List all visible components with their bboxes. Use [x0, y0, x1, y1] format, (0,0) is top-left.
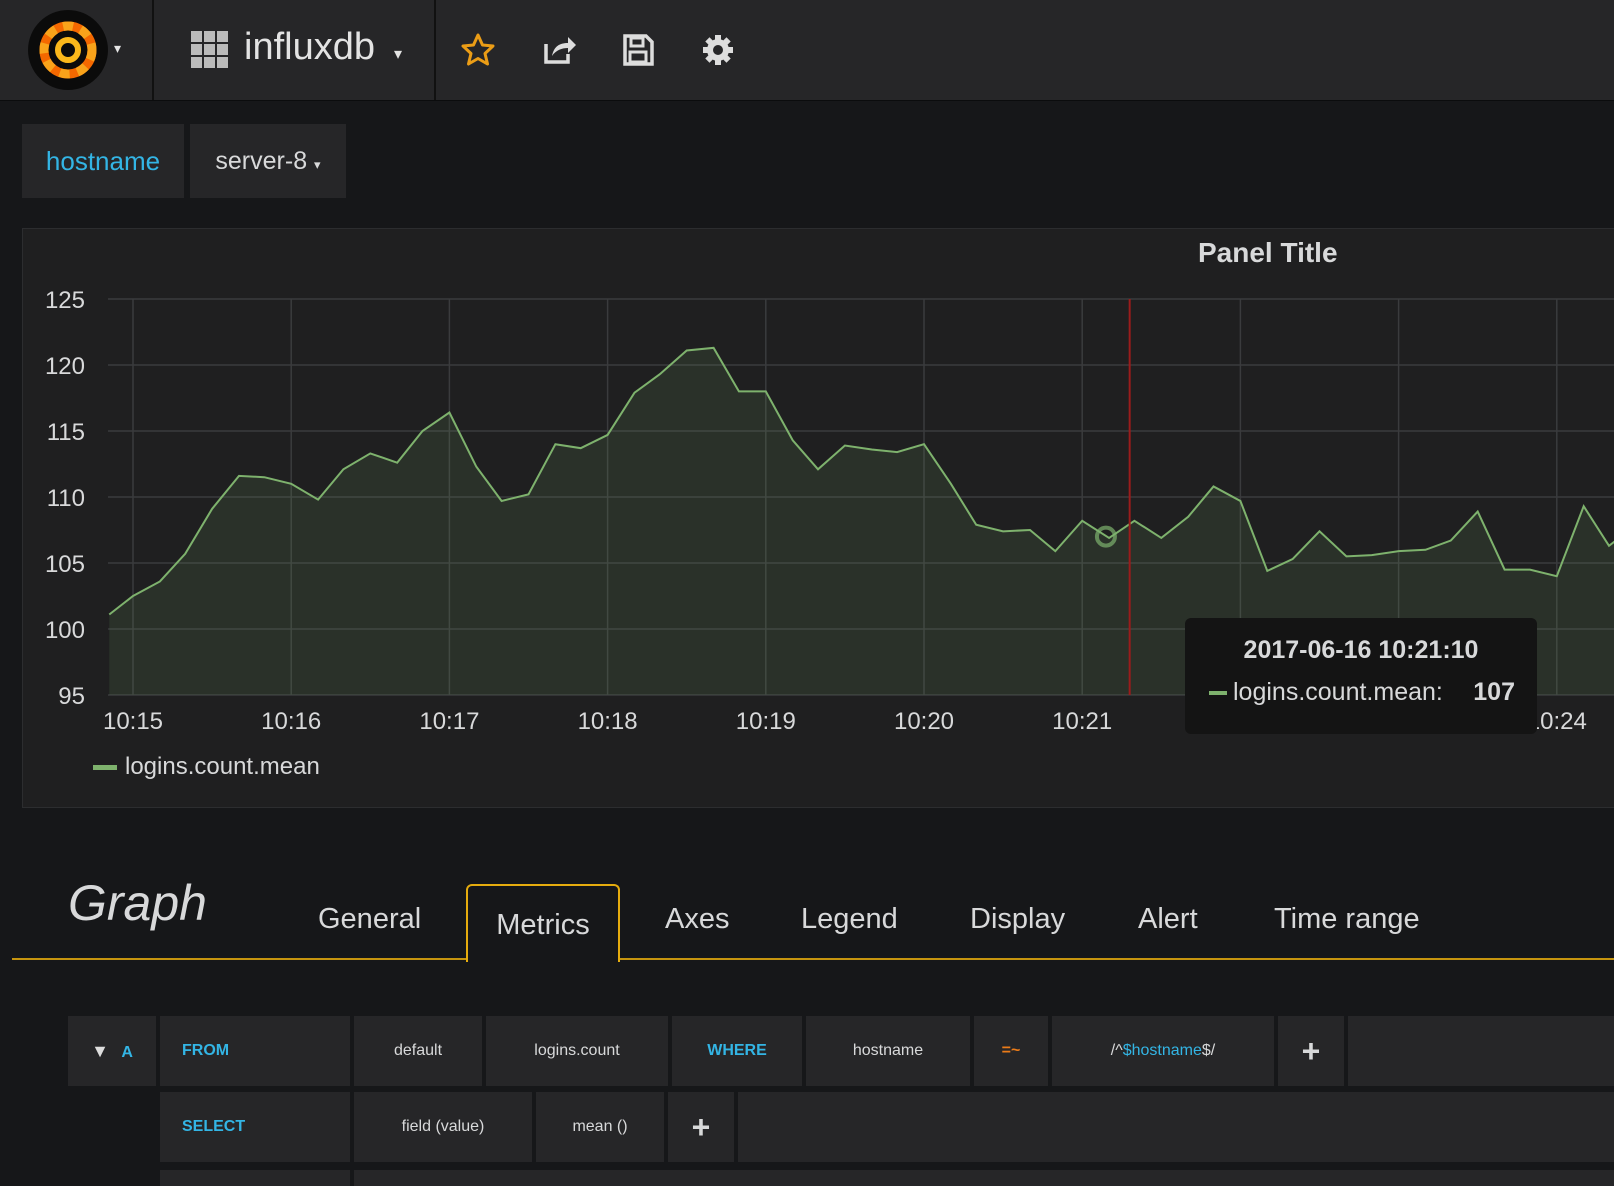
tag-value-segment[interactable]: /^$hostname$/ [1052, 1016, 1274, 1086]
regex-variable: $hostname [1122, 1042, 1202, 1059]
select-row-filler [738, 1092, 1614, 1162]
query-ref-toggle[interactable]: ▼ A [68, 1016, 156, 1086]
regex-prefix: /^ [1110, 1042, 1123, 1059]
tab-axes[interactable]: Axes [665, 880, 729, 958]
regex-suffix: $/ [1201, 1042, 1216, 1059]
chevron-down-icon: ▾ [314, 157, 321, 172]
aggregation-segment[interactable]: mean () [536, 1092, 664, 1162]
x-tick-label: 10:18 [578, 708, 638, 735]
field-segment[interactable]: field (value) [354, 1092, 532, 1162]
x-tick-label: 10:19 [736, 708, 796, 735]
x-tick-label: 10:17 [419, 708, 479, 735]
template-variable-value: server-8 [215, 147, 308, 175]
star-icon[interactable] [458, 30, 498, 70]
tooltip-swatch [1209, 691, 1227, 696]
tooltip-series: logins.count.mean: [1209, 678, 1443, 707]
y-tick-label: 120 [45, 353, 85, 380]
y-tick-label: 105 [45, 551, 85, 578]
legend-label: logins.count.mean [125, 753, 320, 780]
share-icon[interactable] [538, 30, 578, 70]
select-label: SELECT [182, 1118, 246, 1135]
tab-legend[interactable]: Legend [801, 880, 898, 958]
x-tick-label: 10:16 [261, 708, 321, 735]
chevron-down-icon[interactable]: ▾ [394, 44, 402, 64]
tabs-underline [12, 958, 1614, 960]
top-navbar: ▾ influxdb ▾ [0, 0, 1614, 101]
dashboard-picker[interactable]: influxdb ▾ [154, 0, 436, 100]
add-where-button[interactable]: + [1278, 1016, 1344, 1086]
template-variable-dropdown[interactable]: server-8 ▾ [190, 124, 346, 198]
template-variable-label: hostname [22, 124, 184, 198]
x-tick-label: 10:20 [894, 708, 954, 735]
tag-key-segment[interactable]: hostname [806, 1016, 970, 1086]
y-tick-label: 125 [45, 287, 85, 314]
y-tick-label: 110 [47, 485, 85, 512]
from-keyword: FROM [160, 1016, 350, 1086]
retention-policy-segment[interactable]: default [354, 1016, 482, 1086]
select-keyword: SELECT [160, 1092, 350, 1162]
x-tick-label: 10:15 [103, 708, 163, 735]
y-tick-label: 95 [58, 683, 85, 710]
tooltip-value: 107 [1473, 678, 1515, 706]
operator-segment[interactable]: =~ [974, 1016, 1048, 1086]
tab-alert[interactable]: Alert [1138, 880, 1198, 958]
save-icon[interactable] [618, 30, 658, 70]
query-ref-id: A [121, 1044, 133, 1061]
logo-menu[interactable]: ▾ [0, 0, 154, 100]
where-label: WHERE [707, 1042, 767, 1059]
query-row-filler [1348, 1016, 1614, 1086]
query-row-partial [354, 1170, 1614, 1186]
from-label: FROM [182, 1042, 230, 1059]
where-keyword: WHERE [672, 1016, 802, 1086]
query-row-partial [160, 1170, 350, 1186]
tab-metrics[interactable]: Metrics [466, 884, 620, 962]
editor-title: Graph [68, 875, 207, 931]
gear-icon[interactable] [698, 30, 738, 70]
add-select-button[interactable]: + [668, 1092, 734, 1162]
measurement-segment[interactable]: logins.count [486, 1016, 668, 1086]
operator-label: =~ [1001, 1042, 1021, 1059]
legend-item[interactable]: logins.count.mean [93, 753, 320, 781]
caret-down-icon[interactable]: ▼ [91, 1041, 109, 1061]
graph-tooltip: 2017-06-16 10:21:10 logins.count.mean: 1… [1185, 618, 1537, 734]
grafana-logo-icon[interactable] [28, 10, 108, 90]
panel-title[interactable]: Panel Title [1198, 237, 1338, 269]
y-tick-label: 100 [45, 617, 85, 644]
tooltip-series-name: logins.count.mean: [1233, 678, 1443, 706]
tab-display[interactable]: Display [970, 880, 1065, 958]
dashboard-title[interactable]: influxdb [244, 26, 375, 69]
tab-general[interactable]: General [318, 880, 421, 958]
chevron-down-icon[interactable]: ▾ [114, 40, 121, 57]
tooltip-time: 2017-06-16 10:21:10 [1243, 636, 1479, 664]
y-tick-label: 115 [47, 419, 85, 446]
legend-swatch [93, 765, 117, 771]
dashboard-grid-icon [191, 31, 228, 68]
tab-time-range[interactable]: Time range [1274, 880, 1420, 958]
x-tick-label: 10:21 [1052, 708, 1112, 735]
